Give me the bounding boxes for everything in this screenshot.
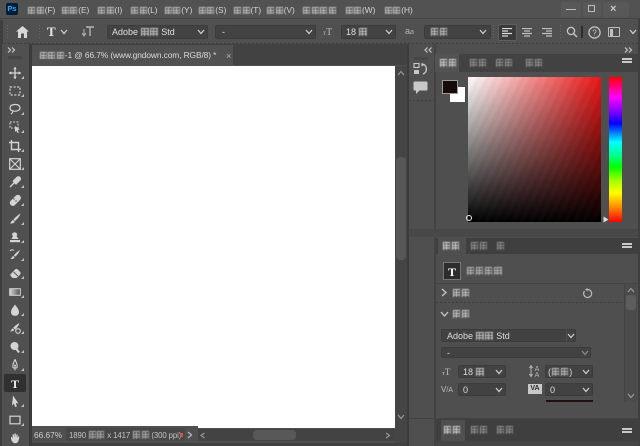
svg-text:A: A [535,372,540,378]
svg-text:?: ? [592,29,597,38]
svg-text:T: T [11,377,19,389]
